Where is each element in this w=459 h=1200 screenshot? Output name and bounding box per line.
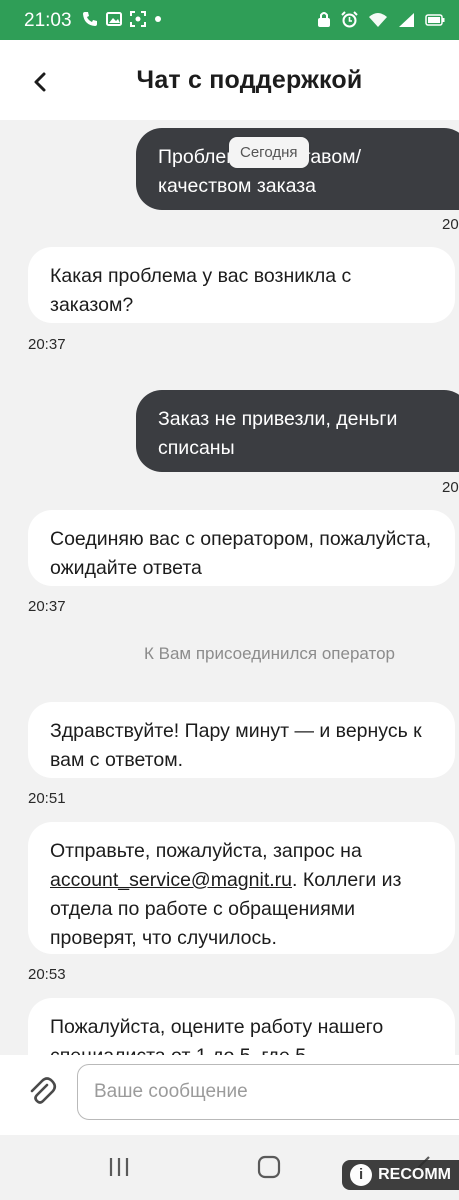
date-divider: Сегодня: [229, 137, 309, 168]
system-message: К Вам присоединился оператор: [143, 644, 395, 663]
message-incoming: Какая проблема у вас возникла с заказом?: [28, 247, 455, 323]
battery-icon: [425, 13, 445, 26]
message-time: 20:37: [28, 336, 66, 353]
watermark: i RECOMM: [342, 1160, 459, 1190]
message-incoming: Соединяю вас с оператором, пожалуйста, о…: [28, 510, 455, 586]
chat-messages[interactable]: Проблема с составом/ качеством заказа Се…: [0, 120, 459, 1055]
message-time: 20:51: [28, 790, 66, 807]
message-time: 20:37: [442, 216, 459, 233]
page-title: Чат с поддержкой: [136, 66, 363, 94]
dot-icon: [155, 16, 161, 22]
paperclip-icon: [30, 1077, 57, 1104]
message-text: Пожалуйста, оцените работу нашего специа…: [50, 1016, 384, 1055]
lock-icon: [318, 12, 330, 27]
message-text: Отправьте, пожалуйста, запрос на: [50, 840, 362, 862]
message-input[interactable]: [77, 1064, 459, 1120]
home-icon: [257, 1155, 281, 1179]
message-text: Заказ не привезли, деньги списаны: [158, 408, 398, 459]
message-composer: [0, 1055, 459, 1135]
message-incoming: Отправьте, пожалуйста, запрос на account…: [28, 822, 455, 954]
message-text: Какая проблема у вас возникла с заказом?: [50, 265, 352, 316]
message-time: 20:37: [442, 479, 459, 496]
status-right-icons: [317, 11, 445, 28]
status-bar: 21:03: [0, 0, 459, 40]
watermark-badge: i: [350, 1164, 373, 1186]
message-time: 20:53: [28, 966, 66, 983]
watermark-text: RECOMM: [378, 1166, 451, 1183]
signal-icon: [399, 12, 414, 27]
message-text: Здравствуйте! Пару минут — и вернусь к в…: [50, 720, 422, 771]
recent-apps-button[interactable]: [99, 1149, 139, 1185]
screenshot-icon: [130, 11, 146, 27]
home-button[interactable]: [249, 1149, 289, 1185]
status-left-icons: [82, 11, 162, 27]
phone-icon: [83, 12, 97, 26]
message-time: 20:37: [28, 598, 66, 615]
message-incoming: Пожалуйста, оцените работу нашего специа…: [28, 998, 455, 1055]
wifi-icon: [369, 12, 387, 27]
attach-button[interactable]: [24, 1073, 60, 1109]
recent-apps-icon: [109, 1158, 129, 1176]
message-outgoing: Заказ не привезли, деньги списаны: [136, 390, 459, 472]
message-text: Соединяю вас с оператором, пожалуйста, о…: [50, 528, 432, 579]
image-icon: [106, 12, 122, 26]
alarm-icon: [341, 11, 358, 28]
chat-header: Чат с поддержкой: [0, 40, 459, 120]
message-incoming: Здравствуйте! Пару минут — и вернусь к в…: [28, 702, 455, 778]
status-time: 21:03: [24, 10, 72, 31]
email-link[interactable]: account_service@magnit.ru: [50, 869, 292, 891]
